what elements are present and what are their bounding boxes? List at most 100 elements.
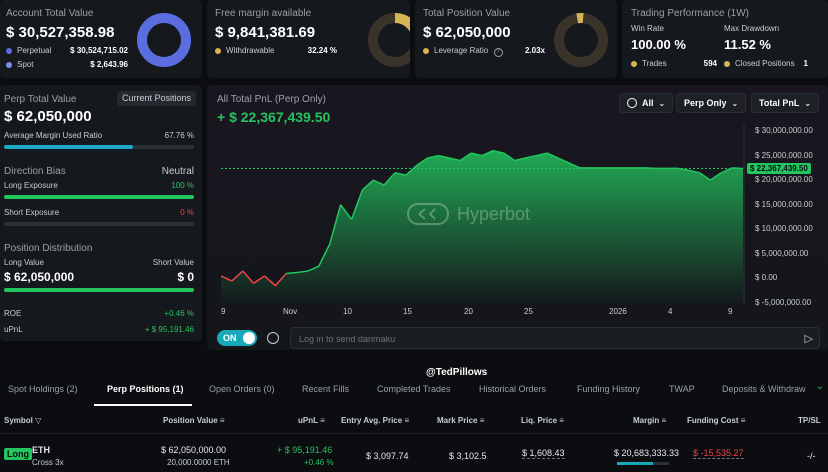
x-tick-label: 9 — [221, 307, 226, 316]
closed-row: Closed Positions 1 — [724, 59, 808, 68]
margin-donut — [368, 13, 410, 67]
y-tick-label: $ 30,000,000.00 — [755, 126, 813, 135]
win-rate-value: 100.00 % — [631, 37, 686, 52]
header-position-value[interactable]: Position Value ≡ — [163, 416, 225, 425]
tab-0[interactable]: Spot Holdings (2) — [8, 384, 78, 394]
distribution-bar — [4, 288, 194, 292]
tab-6[interactable]: Funding History — [577, 384, 640, 394]
perp-value: $ 62,050,000 — [4, 108, 92, 125]
toggle-knob — [243, 332, 255, 344]
short-exposure-value: 0 % — [180, 208, 194, 217]
symbol[interactable]: ETH — [32, 445, 50, 455]
short-exposure-label: Short Exposure — [4, 208, 60, 217]
tab-7[interactable]: TWAP — [669, 384, 695, 394]
account-donut — [137, 13, 191, 67]
header-margin[interactable]: Margin ≡ — [633, 416, 666, 425]
filter-total-dropdown[interactable]: Total PnL ⌄ — [751, 93, 820, 113]
header-funding[interactable]: Funding Cost ≡ — [687, 416, 745, 425]
performance-title: Trading Performance (1W) — [631, 8, 749, 19]
pnl-title: All Total PnL (Perp Only) — [217, 94, 326, 105]
sort-icon: ≡ — [661, 416, 667, 425]
sort-icon: ≡ — [559, 416, 564, 425]
position-value: $ 62,050,000 — [423, 24, 511, 41]
x-tick-label: 4 — [668, 307, 673, 316]
current-value-tag: $ 22,367,439.50 — [747, 162, 811, 174]
closed-dot — [724, 60, 730, 67]
bias-label: Direction Bias — [4, 166, 66, 177]
margin-title: Free margin available — [215, 8, 312, 19]
clock-icon — [627, 98, 637, 108]
upnl-label: uPnL — [4, 325, 23, 334]
header-upnl[interactable]: uPnL ≡ — [298, 416, 325, 425]
long-exposure-label: Long Exposure — [4, 181, 58, 190]
danmaku-toggle[interactable]: ON — [217, 330, 257, 346]
chevron-down-icon[interactable]: ⌄ — [816, 381, 824, 392]
tab-5[interactable]: Historical Orders — [479, 384, 546, 394]
send-icon[interactable]: ▷ — [805, 332, 813, 345]
settings-icon[interactable] — [267, 332, 279, 344]
pnl-value: + $ 22,367,439.50 — [217, 109, 331, 125]
short-exposure-bar — [4, 222, 194, 226]
bias-value: Neutral — [161, 166, 194, 177]
long-exposure-value: 100 % — [171, 181, 194, 190]
margin-card: Free margin available $ 9,841,381.69 Wit… — [207, 0, 410, 78]
upnl-value-cell: + $ 95,191.46 — [277, 445, 333, 455]
margin-value-cell: $ 20,683,333.33 — [614, 448, 680, 458]
header-symbol[interactable]: Symbol ▽ — [4, 416, 41, 425]
side-badge: Long — [4, 448, 32, 460]
account-value: $ 30,527,358.98 — [6, 24, 115, 41]
x-tick-label: 10 — [343, 307, 352, 316]
trades-dot — [631, 60, 637, 67]
tab-3[interactable]: Recent Fills — [302, 384, 349, 394]
header-entry[interactable]: Entry Avg. Price ≡ — [341, 416, 409, 425]
margin-gauge — [617, 462, 669, 465]
sort-icon: ≡ — [479, 416, 485, 425]
tab-8[interactable]: Deposits & Withdraw — [722, 384, 806, 394]
filter-icon[interactable]: ▽ — [35, 416, 41, 425]
help-icon[interactable]: ? — [493, 48, 503, 57]
position-donut — [554, 12, 608, 67]
filter-perp-dropdown[interactable]: Perp Only ⌄ — [676, 93, 747, 113]
current-positions-button[interactable]: Current Positions — [116, 91, 196, 106]
sort-icon: ≡ — [320, 416, 325, 425]
header-mark[interactable]: Mark Price ≡ — [437, 416, 484, 425]
y-tick-label: $ 15,000,000.00 — [755, 199, 813, 209]
danmaku-input[interactable]: Log in to send danmaku ▷ — [290, 327, 820, 349]
pnl-panel: All Total PnL (Perp Only) + $ 22,367,439… — [207, 85, 828, 350]
leverage-dot — [423, 47, 429, 54]
mark-price: $ 3,102.5 — [449, 451, 487, 461]
x-tick-label: 9 — [728, 307, 733, 316]
sort-icon: ≡ — [219, 416, 225, 425]
filter-all-dropdown[interactable]: All ⌄ — [619, 93, 674, 113]
table-row[interactable]: Long ETH Cross 3x $ 62,050,000.00 20,000… — [0, 434, 828, 472]
header-liq[interactable]: Liq. Price ≡ — [521, 416, 564, 425]
withdrawable-row: Withdrawable 32.24 % — [215, 46, 337, 55]
leverage-row: Leverage Ratio ? 2.03x — [423, 46, 545, 57]
tab-1[interactable]: Perp Positions (1) — [107, 384, 184, 394]
y-tick-label: $ 5,000,000.00 — [755, 248, 809, 258]
margin-used-bar — [4, 145, 194, 149]
short-value: $ 0 — [177, 270, 194, 284]
drawdown-value: 11.52 % — [724, 37, 771, 52]
x-tick-label: 20 — [464, 307, 473, 316]
tab-4[interactable]: Completed Trades — [377, 384, 451, 394]
table-header: Symbol ▽ Position Value ≡ uPnL ≡ Entry A… — [0, 406, 828, 434]
hyperbot-logo-icon — [407, 203, 449, 225]
win-rate-label: Win Rate — [631, 24, 664, 33]
position-card: Total Position Value $ 62,050,000 Levera… — [415, 0, 617, 78]
perpetual-row: Perpetual $ 30,524,715.02 — [6, 46, 128, 55]
chart-watermark: Hyperbot — [407, 203, 530, 225]
position-value: $ 62,050,000.00 — [161, 445, 227, 455]
trades-row: Trades 594 — [631, 59, 717, 68]
account-card: Account Total Value $ 30,527,358.98 Perp… — [0, 0, 202, 78]
position-size: 20,000.0000 ETH — [167, 458, 230, 467]
margin-value: $ 9,841,381.69 — [215, 24, 316, 41]
sort-icon: ≡ — [404, 416, 410, 425]
roe-value: +0.46 % — [164, 309, 194, 318]
margin-used-label: Average Margin Used Ratio — [4, 131, 103, 140]
x-tick-label: 15 — [403, 307, 412, 316]
tab-2[interactable]: Open Orders (0) — [209, 384, 275, 394]
funding-cost: $ -15,535.27 — [693, 448, 744, 459]
tabs-row: Spot Holdings (2) Perp Positions (1) Open … — [0, 376, 828, 406]
position-title: Total Position Value — [423, 8, 511, 19]
